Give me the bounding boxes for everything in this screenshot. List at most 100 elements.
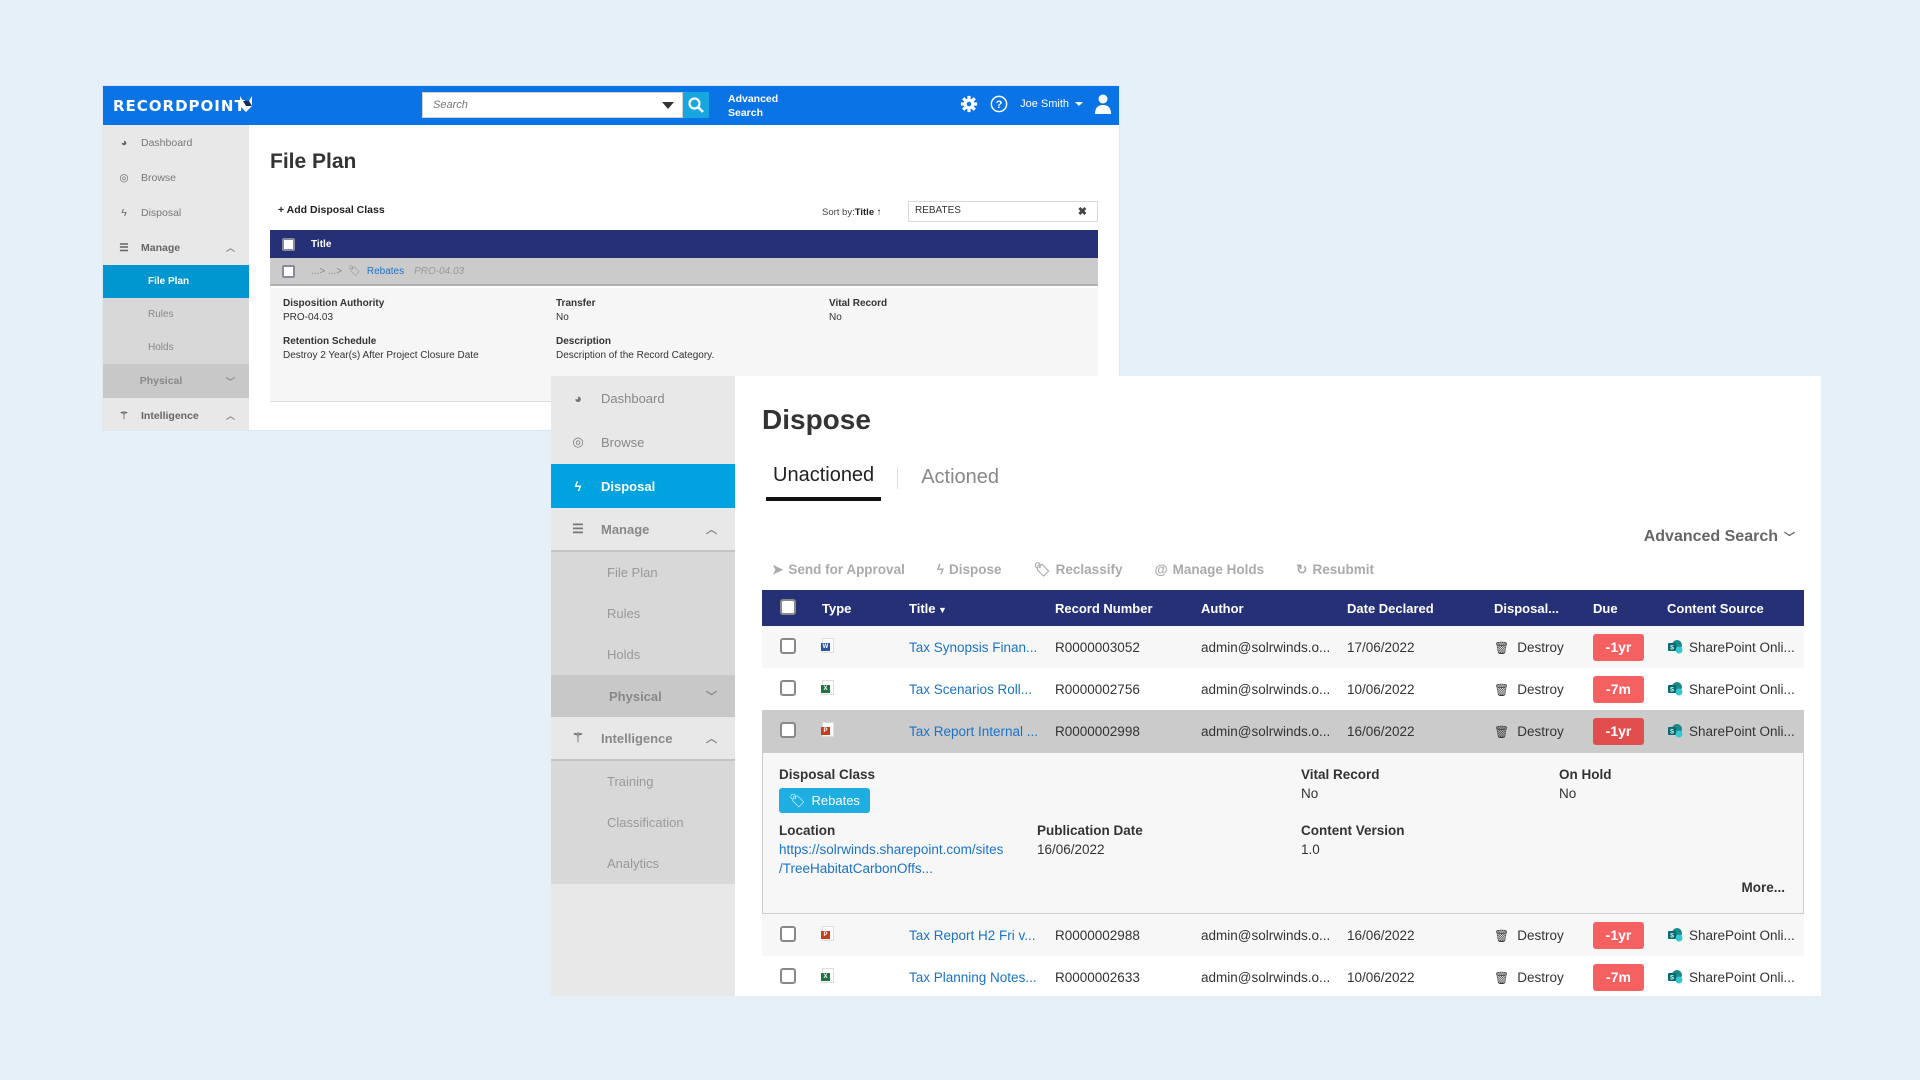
table-row[interactable]: X Tax Scenarios Roll... R0000002756 admi… [762,668,1804,710]
record-title-link[interactable]: Tax Report Internal ... [909,724,1038,739]
location-line1: https://solrwinds.sharepoint.com/sites [779,842,1004,857]
sidebar-item-browse[interactable]: ◎ Browse [551,420,735,464]
svg-text:?: ? [996,99,1003,111]
sharepoint-icon: S [1668,724,1683,738]
send-for-approval-button[interactable]: ➤ Send for Approval [772,562,905,578]
advanced-search-label: Advanced Search [1643,528,1778,545]
filter-input[interactable]: REBATES ✖ [908,201,1098,222]
record-title-link[interactable]: Tax Synopsis Finan... [909,640,1037,655]
tab-bar: Unactioned Actioned [766,464,1006,501]
more-link[interactable]: More... [1741,880,1785,895]
gear-icon[interactable] [960,95,978,113]
clear-filter-icon[interactable]: ✖ [1078,205,1087,218]
disposal-class-tag[interactable]: 🏷 Rebates [779,788,870,813]
search-button[interactable] [683,92,709,118]
sidebar-item-file-plan[interactable]: File Plan [551,552,735,593]
sort-by-control[interactable]: Sort by:Title ↑ [822,207,882,218]
user-avatar-icon[interactable] [1095,94,1111,114]
record-author: admin@solrwinds.o... [1201,927,1331,943]
table-row[interactable]: W Tax Synopsis Finan... R0000003052 admi… [762,626,1804,668]
row-checkbox[interactable] [780,721,796,741]
column-title[interactable]: Title [311,239,331,250]
sidebar-item-rules[interactable]: Rules [103,298,249,331]
sidebar-item-holds[interactable]: Holds [103,331,249,364]
record-number: R0000002988 [1055,927,1140,943]
word-file-icon: W [821,638,834,656]
sidebar-group-physical[interactable]: Physical ﹀ [551,675,735,717]
tab-actioned[interactable]: Actioned [914,466,1006,499]
disposal-action-label: Destroy [1517,927,1564,943]
table-row[interactable]: P Tax Report Internal ... R0000002998 ad… [762,710,1804,752]
content-source: S SharePoint Onli... [1667,723,1795,739]
sidebar-group-manage[interactable]: ☰ Manage ︿ [103,230,249,265]
row-checkbox[interactable] [780,925,796,945]
tag-icon: 🏷 [348,265,361,277]
svg-text:S: S [1670,934,1674,940]
button-label: Send for Approval [788,562,905,577]
sidebar-group-manage[interactable]: ☰ Manage ︿ [551,508,735,552]
table-row[interactable]: ...> ...> 🏷 Rebates PRO-04.03 [270,258,1098,286]
sidebar-group-intelligence[interactable]: ⚚ Intelligence ︿ [103,398,249,433]
vital-record-field: Vital Record No [829,298,887,323]
advanced-search-link[interactable]: Advanced Search [728,92,778,120]
column-author[interactable]: Author [1201,601,1244,616]
search-scope-dropdown[interactable] [662,102,674,109]
record-title-link[interactable]: Tax Planning Notes... [909,970,1037,985]
select-all-checkbox[interactable] [780,598,796,618]
disposal-class-link[interactable]: Rebates [367,266,404,277]
dispose-button[interactable]: ϟ Dispose [937,562,1002,578]
app-logo[interactable]: RECORDPOINT [113,97,246,115]
sidebar-item-file-plan[interactable]: File Plan [103,265,249,298]
powerpoint-file-icon: P [821,926,834,944]
column-title[interactable]: Title ▼ [909,601,947,616]
sidebar-item-analytics[interactable]: Analytics [551,843,735,884]
column-date-declared[interactable]: Date Declared [1347,601,1434,616]
row-checkbox[interactable] [780,679,796,699]
chevron-up-icon: ︿ [225,411,235,421]
column-disposal[interactable]: Disposal... [1494,601,1559,616]
sidebar-item-rules[interactable]: Rules [551,593,735,634]
record-title-link[interactable]: Tax Report H2 Fri v... [909,928,1036,943]
column-due[interactable]: Due [1593,601,1618,616]
advanced-search-toggle[interactable]: Advanced Search ﹀ [1644,528,1795,546]
chevron-up-icon: ︿ [706,524,717,536]
sidebar-item-training[interactable]: Training [551,761,735,802]
record-author: admin@solrwinds.o... [1201,681,1331,697]
record-title-link[interactable]: Tax Scenarios Roll... [909,682,1032,697]
search-input[interactable] [423,93,623,117]
sidebar-item-dashboard[interactable]: ◕ Dashboard [103,125,249,160]
row-checkbox[interactable] [780,967,796,987]
sidebar-group-physical[interactable]: Physical ﹀ [103,364,249,398]
sidebar-group-intelligence[interactable]: ⚚ Intelligence ︿ [551,717,735,761]
table-row[interactable]: P Tax Report H2 Fri v... R0000002988 adm… [762,914,1804,956]
table-row[interactable]: X Tax Planning Notes... R0000002633 admi… [762,956,1804,998]
sidebar-item-classification[interactable]: Classification [551,802,735,843]
date-declared: 10/06/2022 [1347,681,1415,697]
sidebar-item-browse[interactable]: ◎ Browse [103,160,249,195]
sidebar-item-holds[interactable]: Holds [551,634,735,675]
help-icon[interactable]: ? [990,95,1008,113]
reclassify-button[interactable]: 🏷 Reclassify [1034,562,1123,578]
add-disposal-class-button[interactable]: + Add Disposal Class [278,204,385,216]
content-source-label: SharePoint Onli... [1689,724,1795,739]
column-record-number[interactable]: Record Number [1055,601,1153,616]
disposal-action: 🗑 Destroy [1494,682,1564,697]
sidebar-item-disposal[interactable]: ϟ Disposal [103,195,249,230]
manage-holds-button[interactable]: @ Manage Holds [1154,562,1264,578]
row-checkbox[interactable] [282,264,295,278]
column-type[interactable]: Type [822,601,851,616]
field-value: 16/06/2022 [1037,842,1105,857]
column-content-source[interactable]: Content Source [1667,601,1764,616]
select-all-checkbox[interactable] [282,237,295,251]
resubmit-button[interactable]: ↻ Resubmit [1296,562,1374,578]
trash-icon: 🗑 [1494,970,1510,985]
trash-icon: 🗑 [1494,682,1510,697]
sort-by-label: Sort by: [822,207,855,218]
sidebar-item-disposal[interactable]: ϟ Disposal [551,464,735,508]
user-menu[interactable]: Joe Smith [1020,98,1083,110]
sidebar-item-dashboard[interactable]: ◕ Dashboard [551,376,735,420]
record-author: admin@solrwinds.o... [1201,639,1331,655]
row-checkbox[interactable] [780,637,796,657]
location-link[interactable]: https://solrwinds.sharepoint.com/sites/T… [779,840,1003,878]
tab-unactioned[interactable]: Unactioned [766,464,882,501]
